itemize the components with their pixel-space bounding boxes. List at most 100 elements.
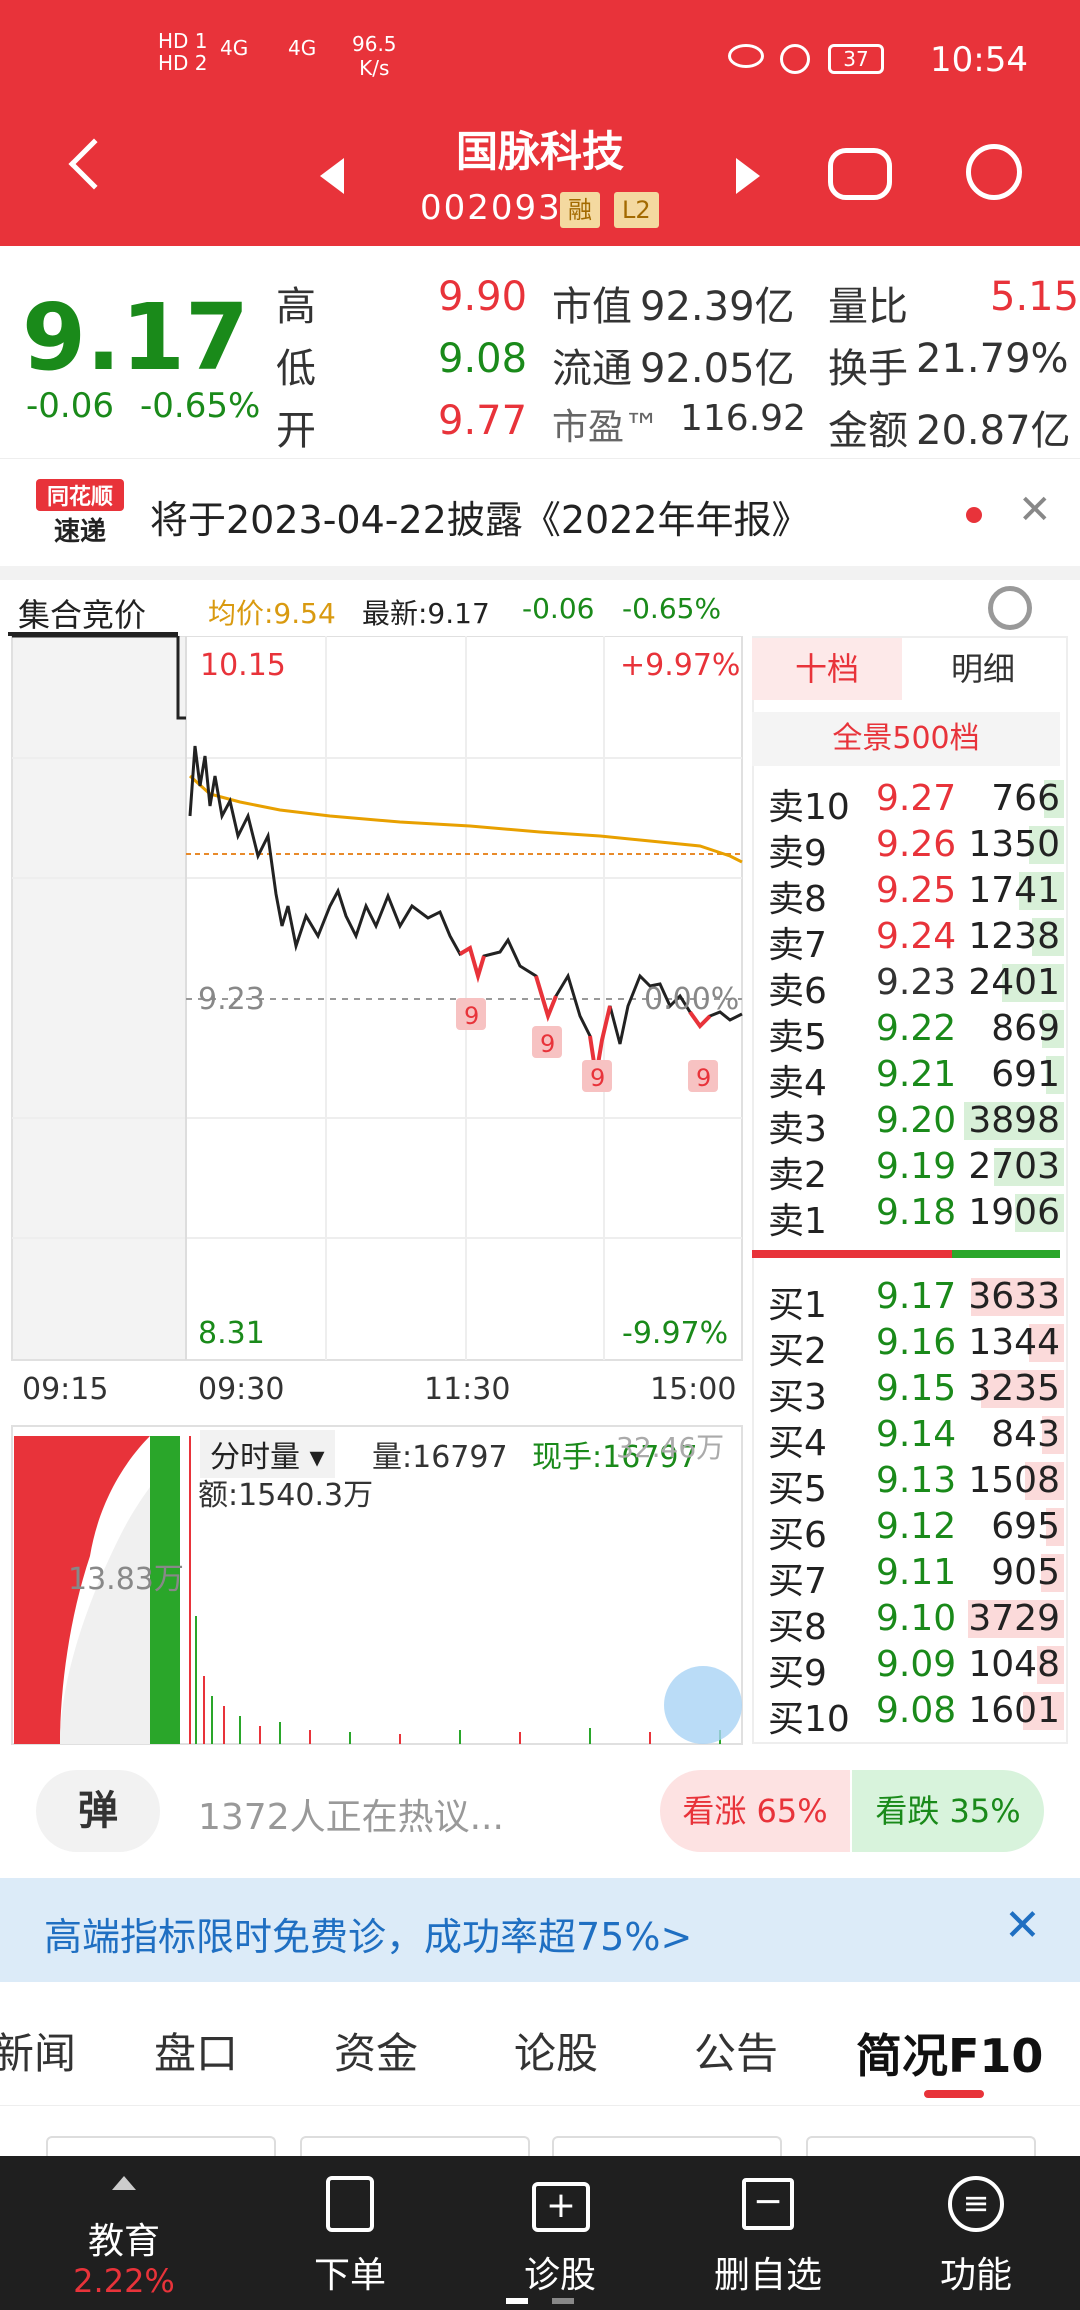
tab-detail[interactable]: 明细: [908, 638, 1058, 700]
ask-row[interactable]: 卖10 9.27 766: [768, 778, 1068, 828]
nav-function[interactable]: ≡ 功能: [868, 2156, 1080, 2310]
ask-row[interactable]: 卖5 9.22 869: [768, 1008, 1068, 1058]
nav-remove-watchlist[interactable]: − 删自选: [660, 2156, 876, 2310]
high-value: 9.90: [438, 274, 528, 320]
level-label: 卖4: [768, 1063, 827, 1104]
bid-row[interactable]: 买5 9.13 1508: [768, 1460, 1068, 1510]
notice-text: 将于2023-04-22披露《2022年年报》: [150, 498, 810, 542]
nav-order[interactable]: 下单: [242, 2156, 458, 2310]
level-volume: 905: [991, 1552, 1060, 1593]
tab-forum[interactable]: 论股: [514, 2020, 598, 2081]
search-icon[interactable]: [966, 144, 1022, 200]
level-label: 买9: [768, 1653, 827, 1694]
info-tabs: 新闻 盘口 资金 论股 公告 简况F10: [0, 2000, 1080, 2106]
level-label: 卖6: [768, 971, 827, 1012]
nav-education[interactable]: 教育 2.22%: [16, 2156, 232, 2310]
time-label-1: 09:15: [22, 1372, 109, 1407]
discuss-text[interactable]: 1372人正在热议...: [198, 1788, 504, 1840]
level-label: 买5: [768, 1469, 827, 1510]
close-promo-icon[interactable]: ✕: [1004, 1900, 1041, 1951]
level-volume: 3729: [968, 1598, 1060, 1639]
expand-icon[interactable]: [664, 1666, 742, 1744]
bid-row[interactable]: 买6 9.12 695: [768, 1506, 1068, 1556]
level-volume: 2401: [968, 962, 1060, 1003]
level-label: 卖2: [768, 1155, 827, 1196]
ask-row[interactable]: 卖8 9.25 1741: [768, 870, 1068, 920]
danmu-button[interactable]: 弹: [36, 1770, 160, 1852]
level-volume: 1741: [968, 870, 1060, 911]
ask-row[interactable]: 卖9 9.26 1350: [768, 824, 1068, 874]
level-price: 9.10: [876, 1598, 957, 1639]
settings-gear-icon[interactable]: [988, 586, 1032, 630]
price-change: -0.06: [26, 386, 114, 426]
net-speed: 96.5 K/s: [352, 32, 397, 80]
marker-label-3[interactable]: 9: [590, 1064, 605, 1092]
robot-icon[interactable]: [828, 148, 892, 200]
bid-row[interactable]: 买2 9.16 1344: [768, 1322, 1068, 1372]
marker-label-4[interactable]: 9: [696, 1064, 711, 1092]
level-label: 买7: [768, 1561, 827, 1602]
tab-handicap[interactable]: 盘口: [154, 2020, 238, 2081]
auction-area: [12, 636, 186, 1360]
tab-news[interactable]: 新闻: [0, 2020, 76, 2081]
level-price: 9.25: [876, 870, 957, 911]
level-volume: 1350: [968, 824, 1060, 865]
clock: 10:54: [930, 40, 1028, 80]
close-icon[interactable]: ✕: [1018, 487, 1052, 533]
promo-text: 高端指标限时免费诊，成功率超75%>: [44, 1915, 693, 1959]
bid-row[interactable]: 买1 9.17 3633: [768, 1276, 1068, 1326]
quote-panel: 9.17 -0.06 -0.65% 高 9.90 低 9.08 开 9.77 市…: [0, 246, 1080, 456]
low-value: 9.08: [438, 336, 528, 382]
marker-label-2[interactable]: 9: [540, 1030, 555, 1058]
latest-pct: -0.65%: [622, 592, 722, 625]
level-price: 9.23: [876, 962, 957, 1003]
time-label-3: 11:30: [424, 1372, 511, 1407]
full500-button[interactable]: 全景500档: [752, 712, 1060, 766]
eye-icon: [728, 44, 764, 68]
next-stock-icon[interactable]: [736, 158, 760, 194]
level-price: 9.08: [876, 1690, 957, 1731]
tab-funds[interactable]: 资金: [334, 2020, 418, 2081]
ask-row[interactable]: 卖6 9.23 2401: [768, 962, 1068, 1012]
bullish-button[interactable]: 看涨 65%: [660, 1770, 850, 1852]
notice-bar[interactable]: 同花顺 速递 将于2023-04-22披露《2022年年报》 ✕: [0, 458, 1080, 568]
ask-row[interactable]: 卖2 9.19 2703: [768, 1146, 1068, 1196]
volratio-label: 量比: [828, 284, 908, 330]
bid-row[interactable]: 买10 9.08 1601: [768, 1690, 1068, 1740]
marker-label-1[interactable]: 9: [464, 1002, 479, 1030]
bid-row[interactable]: 买9 9.09 1048: [768, 1644, 1068, 1694]
level-volume: 766: [991, 778, 1060, 819]
bid-row[interactable]: 买4 9.14 843: [768, 1414, 1068, 1464]
volratio-value: 5.15: [990, 274, 1080, 320]
tab-announcement[interactable]: 公告: [694, 2020, 778, 2081]
ask-row[interactable]: 卖3 9.20 3898: [768, 1100, 1068, 1150]
tab-tenlevel[interactable]: 十档: [752, 638, 902, 700]
bid-row[interactable]: 买3 9.15 3235: [768, 1368, 1068, 1418]
nav-diagnose[interactable]: + 诊股: [452, 2156, 668, 2310]
ths-logo: 同花顺 速递: [36, 479, 124, 551]
volume-value: 量:16797: [372, 1440, 508, 1475]
social-bar: 弹 1372人正在热议... 看涨 65% 看跌 35%: [0, 1760, 1080, 1860]
tab-f10[interactable]: 简况F10: [856, 2020, 1043, 2086]
tab-auction[interactable]: 集合竞价: [18, 590, 146, 636]
ask-row[interactable]: 卖7 9.24 1238: [768, 916, 1068, 966]
card-1: [46, 2136, 276, 2156]
bid-ratio-bar: [952, 1250, 1060, 1258]
level-volume: 695: [991, 1506, 1060, 1547]
bid-row[interactable]: 买8 9.10 3729: [768, 1598, 1068, 1648]
price-axis-mid: 9.23: [198, 982, 265, 1017]
level-label: 买10: [768, 1699, 850, 1740]
bearish-button[interactable]: 看跌 35%: [852, 1770, 1044, 1852]
ask-row[interactable]: 卖4 9.21 691: [768, 1054, 1068, 1104]
level-volume: 1238: [968, 916, 1060, 957]
latest-price: 最新:9.17: [362, 597, 490, 630]
level-price: 9.13: [876, 1460, 957, 1501]
ask-row[interactable]: 卖1 9.18 1906: [768, 1192, 1068, 1242]
level-label: 卖3: [768, 1109, 827, 1150]
chevron-up-icon: [112, 2176, 136, 2190]
level-volume: 3898: [968, 1100, 1060, 1141]
promo-banner[interactable]: 高端指标限时免费诊，成功率超75%> ✕: [0, 1878, 1080, 1982]
level-price: 9.20: [876, 1100, 957, 1141]
price-change-pct: -0.65%: [140, 386, 261, 426]
bid-row[interactable]: 买7 9.11 905: [768, 1552, 1068, 1602]
